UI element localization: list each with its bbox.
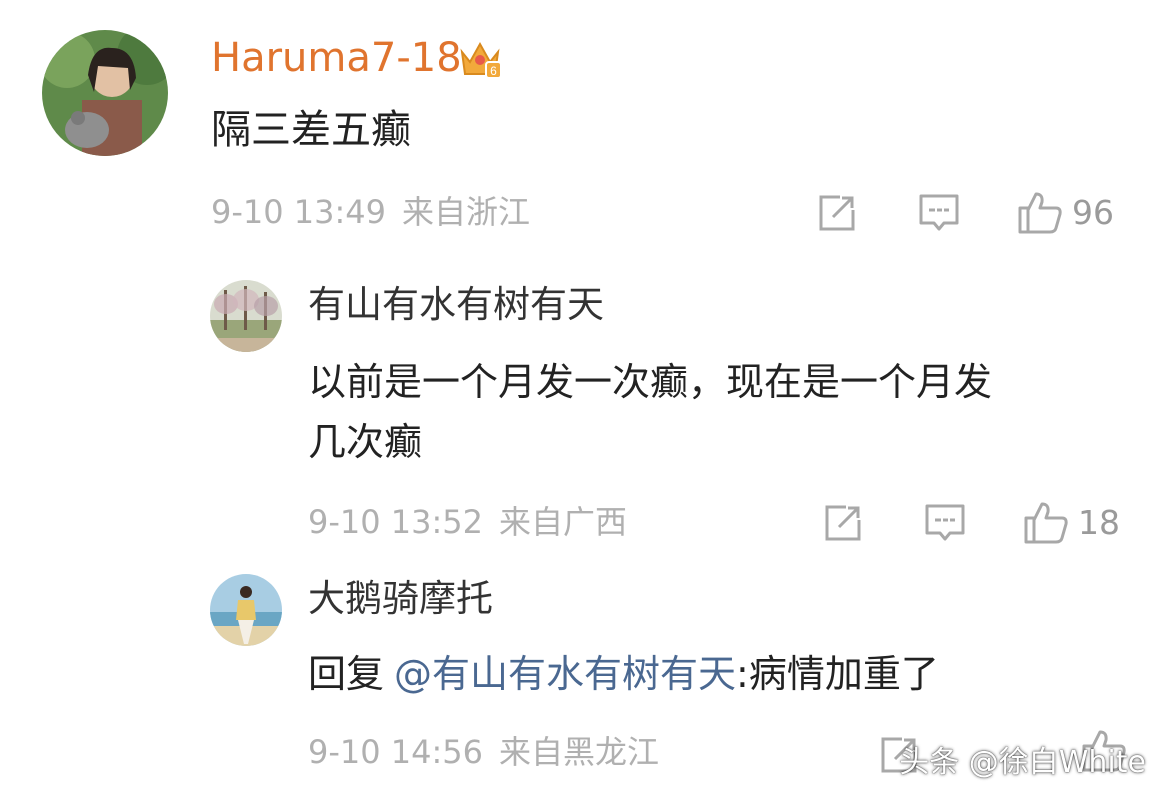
comment-date: 9-10 13:49 xyxy=(211,193,387,231)
comment-location: 来自黑龙江 xyxy=(499,733,660,771)
comment-meta: 9-10 13:52 来自广西 xyxy=(308,506,627,538)
avatar-photo-icon xyxy=(210,574,282,646)
comment-meta: 9-10 14:56 来自黑龙江 xyxy=(308,736,659,768)
avatar-painting-icon xyxy=(210,280,282,352)
reply-item: 有山有水有树有天 以前是一个月发一次癫，现在是一个月发 几次癫 9-10 13:… xyxy=(0,270,1170,560)
reply-button[interactable] xyxy=(918,192,960,234)
comment-date: 9-10 14:56 xyxy=(308,733,484,771)
like-count: 18 xyxy=(1078,502,1120,542)
comment-text: 回复 @有山有水有树有天:病情加重了 xyxy=(308,644,939,704)
like-button[interactable]: 96 xyxy=(1016,188,1114,236)
comment-meta: 9-10 13:49 来自浙江 xyxy=(211,196,530,228)
share-icon xyxy=(825,505,861,541)
comment-bubble-icon xyxy=(919,194,959,231)
avatar[interactable] xyxy=(210,574,282,646)
comment-location: 来自广西 xyxy=(499,503,628,541)
reply-prefix: 回复 xyxy=(308,652,385,696)
avatar[interactable] xyxy=(42,30,168,156)
thumbs-up-icon xyxy=(1024,502,1068,544)
watermark: 头条 @徐白White xyxy=(899,745,1146,780)
reply-button[interactable] xyxy=(924,502,966,544)
like-count: 96 xyxy=(1072,192,1114,232)
comment-date: 9-10 13:52 xyxy=(308,503,484,541)
username[interactable]: Haruma7-18 xyxy=(211,38,462,78)
username[interactable]: 大鹅骑摩托 xyxy=(308,580,493,617)
avatar-photo-icon xyxy=(42,30,168,156)
comment-location: 来自浙江 xyxy=(402,193,531,231)
username[interactable]: 有山有水有树有天 xyxy=(308,286,604,323)
comment-item: Haruma7-18 6 隔三差五癫 9-10 13:49 来自浙江 96 xyxy=(0,0,1170,260)
avatar[interactable] xyxy=(210,280,282,352)
comment-text: 隔三差五癫 xyxy=(211,107,411,153)
share-button[interactable] xyxy=(816,192,858,234)
comment-bubble-icon xyxy=(925,504,965,541)
crown-level-badge-icon: 6 xyxy=(458,38,502,80)
comment-text: 以前是一个月发一次癫，现在是一个月发 几次癫 xyxy=(308,360,993,464)
like-button[interactable]: 18 xyxy=(1022,498,1120,546)
svg-text:6: 6 xyxy=(490,64,497,78)
thumbs-up-icon xyxy=(1018,192,1062,234)
share-button[interactable] xyxy=(822,502,864,544)
share-icon xyxy=(819,195,855,231)
mention-link[interactable]: @有山有水有树有天 xyxy=(394,652,736,696)
reply-text: :病情加重了 xyxy=(736,652,939,696)
